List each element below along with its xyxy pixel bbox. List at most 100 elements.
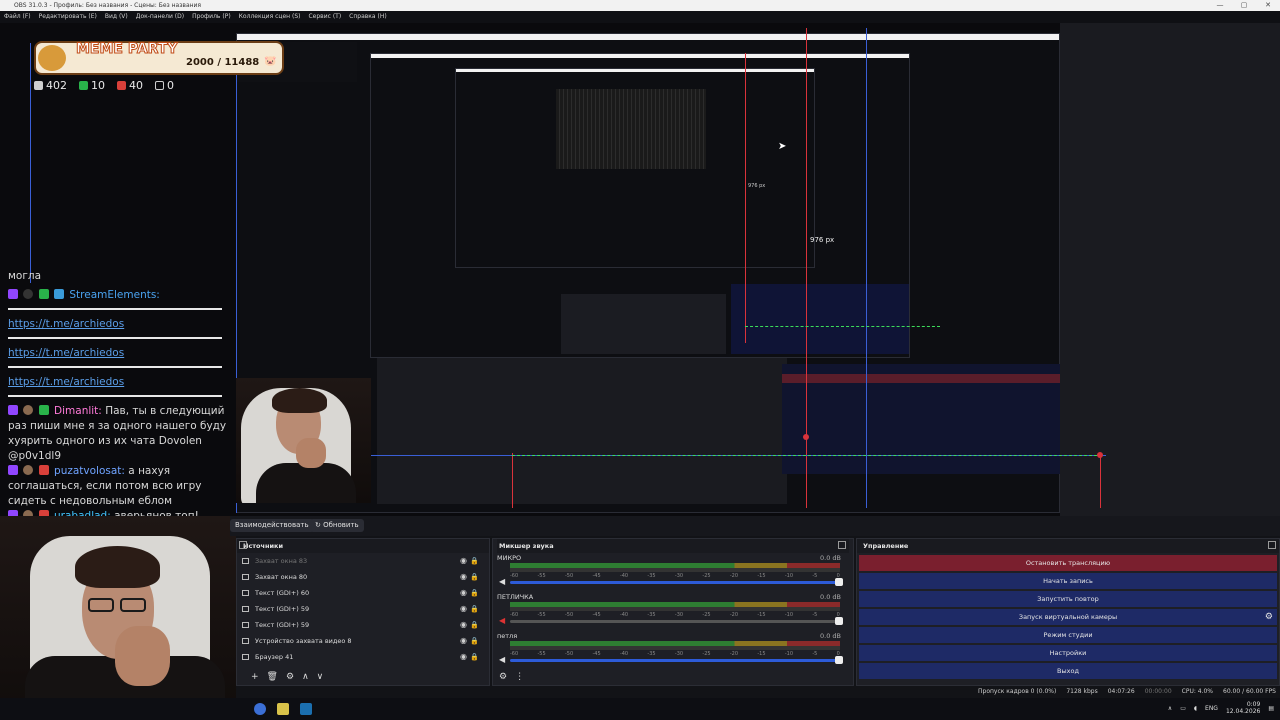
source-item[interactable]: Захват окна 80 ◉ 🔒 [237,569,489,585]
preview-toolbar: Взаимодействовать ↻ Обновить [230,516,1280,536]
px-label: 976 px [810,236,835,244]
network-icon[interactable]: ▭ [1180,705,1186,712]
source-type-icon [242,638,249,644]
notification-icon[interactable]: ▤ [1268,705,1274,712]
lock-icon[interactable]: 🔒 [470,557,479,565]
meter-tick: -60 [510,573,519,579]
dock-popout-icon[interactable] [239,541,247,549]
menu-file[interactable]: Файл (F) [4,11,31,23]
lock-icon[interactable]: 🔒 [470,621,479,629]
control-button[interactable]: Начать запись [859,573,1277,589]
chat-link[interactable]: https://t.me/archiedos [0,346,230,361]
volume-meter-peak [510,568,840,572]
clock[interactable]: 0:09 12.04.2026 [1226,701,1260,715]
source-label: Захват окна 83 [255,557,308,565]
meter-tick: -25 [702,612,711,618]
steam-icon[interactable] [300,703,312,715]
volume-slider-handle[interactable] [835,617,843,625]
chat-message: puzatvolosat: а нахуя соглашаться, если … [0,464,230,509]
chat-line: могла [8,270,42,282]
menu-tools[interactable]: Сервис (T) [308,11,341,23]
down-icon[interactable]: ∨ [317,669,324,685]
stat-chat: 402 [34,79,67,92]
source-item[interactable]: Браузер 41 ◉ 🔒 [237,649,489,665]
menu-profile[interactable]: Профиль (P) [192,11,231,23]
eye-icon[interactable]: ◉ [460,637,467,645]
trash-icon[interactable]: 🗑 [267,669,278,685]
meter-tick: -20 [729,651,739,657]
volume-icon[interactable]: ◖ [1194,705,1197,712]
explorer-icon[interactable] [277,703,289,715]
guide-line [30,43,31,283]
mixer-channel: петля 0.0 dB -60 -55 -50 -45 -40 -35 -30 -25 -20 -1… [497,631,849,670]
chevron-up-icon[interactable]: ∧ [1168,705,1172,712]
add-icon[interactable]: + [251,669,259,685]
meter-tick: -20 [729,573,739,579]
divider [8,395,222,397]
meter-tick: -50 [564,573,574,579]
chat-link[interactable]: https://t.me/archiedos [0,317,230,332]
interact-button[interactable]: Взаимодействовать [230,519,314,532]
lock-icon[interactable]: 🔒 [470,573,479,581]
volume-slider[interactable] [510,581,840,584]
lock-icon[interactable]: 🔒 [470,589,479,597]
menu-docks[interactable]: Док-панели (D) [136,11,184,23]
gear-icon[interactable]: ⚙ [286,669,294,685]
volume-slider-handle[interactable] [835,656,843,664]
up-icon[interactable]: ∧ [302,669,309,685]
source-item[interactable]: Устройство захвата видео 8 ◉ 🔒 [237,633,489,649]
menu-scene-collection[interactable]: Коллекция сцен (S) [239,11,301,23]
control-button[interactable]: Запуск виртуальной камеры ⚙ [859,609,1277,625]
meter-tick: -25 [702,651,711,657]
meter-tick: -5 [812,651,818,657]
control-button[interactable]: Остановить трансляцию [859,555,1277,571]
lock-icon[interactable]: 🔒 [470,605,479,613]
source-item[interactable]: Текст (GDI+) 59 ◉ 🔒 [237,617,489,633]
eye-icon[interactable]: ◉ [460,653,467,661]
avatar [23,465,34,475]
source-item[interactable]: Текст (GDI+) 59 ◉ 🔒 [237,601,489,617]
eye-icon[interactable]: ◉ [460,621,467,629]
volume-slider[interactable] [510,620,840,623]
maximize-button[interactable]: ▢ [1232,0,1256,11]
menu-view[interactable]: Вид (V) [105,11,128,23]
dock-popout-icon[interactable] [838,541,846,549]
lock-icon[interactable]: 🔒 [470,653,479,661]
eye-icon[interactable]: ◉ [460,605,467,613]
eye-icon[interactable]: ◉ [460,589,467,597]
eye-icon[interactable]: ◉ [460,573,467,581]
close-button[interactable]: ✕ [1256,0,1280,11]
sources-title: Источники [237,539,489,553]
speaker-icon[interactable]: ◀ [499,616,505,625]
system-tray: ∧ ▭ ◖ ENG 0:09 12.04.2026 ▤ [1168,701,1274,715]
menu-edit[interactable]: Редактировать (E) [39,11,97,23]
control-button[interactable]: Запустить повтор [859,591,1277,607]
gear-icon[interactable]: ⚙ [499,669,507,685]
speaker-icon[interactable]: ◀ [499,577,505,586]
chat-username: StreamElements: [69,289,160,301]
source-item[interactable]: Захват окна 83 ◉ 🔒 [237,553,489,569]
preview-area[interactable]: 976 px 976 px ➤ MEME PARTY 2000 / 11488 … [0,23,1280,522]
language-indicator[interactable]: ENG [1205,705,1218,712]
minimize-button[interactable]: — [1208,0,1232,11]
control-button[interactable]: Настройки [859,645,1277,661]
control-button[interactable]: Выход [859,663,1277,679]
source-item[interactable]: Текст (GDI+) 60 ◉ 🔒 [237,585,489,601]
title-bar: OBS 31.0.3 - Профиль: Без названия - Сце… [0,0,1280,11]
control-button[interactable]: Режим студии [859,627,1277,643]
meter-tick: -10 [784,573,794,579]
menu-icon[interactable]: ⋮ [515,669,524,685]
chat-link[interactable]: https://t.me/archiedos [0,375,230,390]
browser-icon[interactable] [254,703,266,715]
menu-help[interactable]: Справка (H) [349,11,387,23]
dock-popout-icon[interactable] [1268,541,1276,549]
refresh-button[interactable]: ↻ Обновить [310,519,364,532]
volume-slider-handle[interactable] [835,578,843,586]
lock-icon[interactable]: 🔒 [470,637,479,645]
channel-name: петля [497,632,518,640]
gear-icon[interactable]: ⚙ [1265,609,1273,625]
speaker-icon[interactable]: ◀ [499,655,505,664]
eye-icon[interactable]: ◉ [460,557,467,565]
divider [8,366,222,368]
volume-slider[interactable] [510,659,840,662]
